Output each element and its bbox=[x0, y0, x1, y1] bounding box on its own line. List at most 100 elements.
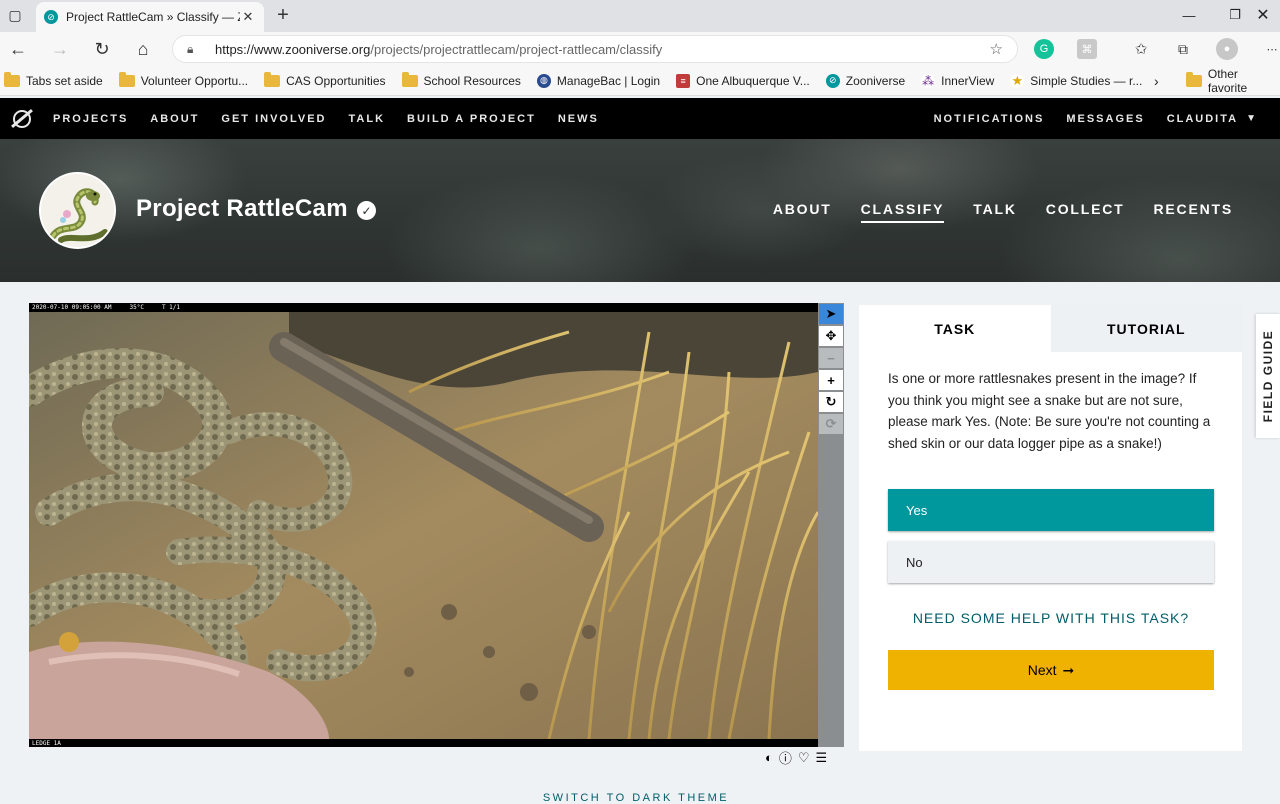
zooniverse-logo-icon[interactable] bbox=[11, 108, 33, 128]
nav-build-a-project[interactable]: BUILD A PROJECT bbox=[407, 113, 536, 125]
camera-info-strip: 2020-07-10 09:05:00 AM 35°C T 1/1 bbox=[29, 303, 818, 312]
camera-temperature: 35°C bbox=[129, 304, 144, 311]
zooniverse-favicon-icon: ⊘ bbox=[44, 10, 58, 24]
field-guide-label: FIELD GUIDE bbox=[1261, 329, 1275, 423]
zoom-in-icon[interactable]: + bbox=[819, 370, 843, 390]
camera-frame: T 1/1 bbox=[161, 304, 180, 311]
user-name: CLAUDITA bbox=[1166, 112, 1239, 125]
collections-icon[interactable]: ⧉ bbox=[1173, 39, 1193, 59]
bookmarks-overflow-chevron-icon[interactable]: › bbox=[1154, 66, 1159, 96]
nav-messages[interactable]: MESSAGES bbox=[1066, 113, 1144, 125]
bookmark-innerview[interactable]: ⁂ InnerView bbox=[921, 73, 994, 88]
tab-task[interactable]: TASK bbox=[859, 305, 1051, 352]
tab-title: Project RattleCam » Classify — Z bbox=[66, 10, 240, 24]
bookmarks-bar: Tabs set aside Volunteer Opportu... CAS … bbox=[0, 66, 1280, 96]
bookmark-cas[interactable]: CAS Opportunities bbox=[264, 71, 386, 88]
bookmark-tabs-set-aside[interactable]: Tabs set aside bbox=[4, 71, 103, 88]
folder-icon bbox=[401, 71, 418, 87]
address-bar-row: ← → ↻ ⌂ 🔒︎ https://www.zooniverse.org/pr… bbox=[0, 32, 1280, 66]
task-tabs: TASK TUTORIAL bbox=[859, 305, 1242, 352]
project-header: Project RattleCam ✓ ABOUT CLASSIFY TALK … bbox=[0, 139, 1280, 282]
new-tab-icon[interactable]: + bbox=[272, 4, 294, 26]
tab-close-icon[interactable]: ✕ bbox=[240, 9, 256, 25]
subject-viewer[interactable]: 2020-07-10 09:05:00 AM 35°C T 1/1 LEDGE … bbox=[29, 303, 818, 747]
nav-news[interactable]: NEWS bbox=[558, 113, 599, 125]
rotate-icon[interactable]: ↻ bbox=[819, 392, 843, 412]
answer-no-button[interactable]: No bbox=[888, 541, 1214, 583]
verified-check-icon: ✓ bbox=[357, 201, 376, 220]
zooniverse-icon: ⊘ bbox=[825, 73, 840, 88]
reset-icon[interactable]: ⟳ bbox=[819, 414, 843, 434]
help-link[interactable]: NEED SOME HELP WITH THIS TASK? bbox=[888, 610, 1214, 626]
url-text: https://www.zooniverse.org/projects/proj… bbox=[215, 41, 663, 57]
profile-avatar-icon[interactable]: ● bbox=[1216, 38, 1238, 60]
rattlesnake-avatar-icon bbox=[41, 174, 114, 247]
subject-meta-tools: ◐ ⓘ ♡ ☰ bbox=[765, 748, 833, 767]
user-menu[interactable]: CLAUDITA ▼ bbox=[1167, 113, 1258, 125]
add-to-collection-icon[interactable]: ☰ bbox=[816, 750, 828, 766]
flag-icon: ≡ bbox=[676, 73, 691, 88]
project-nav-talk[interactable]: TALK bbox=[973, 201, 1017, 223]
project-nav-collect[interactable]: COLLECT bbox=[1046, 201, 1125, 223]
bookmark-zooniverse[interactable]: ⊘ Zooniverse bbox=[825, 73, 905, 88]
globe-icon: ◍ bbox=[536, 73, 551, 88]
nav-talk[interactable]: TALK bbox=[349, 113, 386, 125]
zoom-out-icon[interactable]: − bbox=[819, 348, 843, 368]
task-panel: TASK TUTORIAL Is one or more rattlesnake… bbox=[859, 305, 1242, 751]
bookmark-school-resources[interactable]: School Resources bbox=[401, 71, 521, 88]
browser-tabstrip: ▢ ⊘ Project RattleCam » Classify — Z ✕ +… bbox=[0, 0, 1280, 32]
folder-icon bbox=[264, 71, 281, 87]
bookmark-managebac[interactable]: ◍ ManageBac | Login bbox=[536, 73, 660, 88]
project-avatar[interactable] bbox=[39, 172, 116, 249]
minimize-icon[interactable]: — bbox=[1166, 0, 1212, 30]
chevron-down-icon: ▼ bbox=[1246, 113, 1258, 124]
back-icon[interactable]: ← bbox=[6, 37, 30, 61]
camera-timestamp: 2020-07-10 09:05:00 AM bbox=[32, 304, 112, 311]
project-nav-about[interactable]: ABOUT bbox=[773, 201, 832, 223]
nav-about[interactable]: ABOUT bbox=[150, 113, 199, 125]
next-button[interactable]: Next ➞ bbox=[888, 650, 1214, 690]
forward-icon[interactable]: → bbox=[48, 37, 72, 61]
switch-dark-theme-link[interactable]: SWITCH TO DARK THEME bbox=[0, 792, 1272, 804]
next-label: Next bbox=[1027, 662, 1057, 678]
browser-tab-active[interactable]: ⊘ Project RattleCam » Classify — Z ✕ bbox=[36, 2, 264, 32]
project-nav-classify[interactable]: CLASSIFY bbox=[860, 201, 945, 223]
more-menu-icon[interactable]: ⋯ bbox=[1262, 39, 1280, 59]
bookmark-volunteer[interactable]: Volunteer Opportu... bbox=[118, 71, 248, 88]
nav-notifications[interactable]: NOTIFICATIONS bbox=[934, 113, 1045, 125]
folder-icon bbox=[1186, 72, 1202, 87]
arrow-right-icon: ➞ bbox=[1062, 661, 1075, 678]
pointer-tool-icon[interactable]: ➤ bbox=[819, 304, 843, 324]
add-favorite-icon[interactable]: ☆ bbox=[990, 40, 1003, 58]
innerview-icon: ⁂ bbox=[921, 73, 936, 88]
answer-yes-button[interactable]: Yes bbox=[888, 489, 1214, 531]
subject-image[interactable] bbox=[29, 312, 818, 739]
pan-tool-icon[interactable]: ✥ bbox=[819, 326, 843, 346]
extension-icon[interactable]: ⌘ bbox=[1077, 39, 1097, 59]
folder-icon bbox=[4, 71, 20, 87]
grammarly-icon[interactable]: G bbox=[1034, 39, 1054, 59]
refresh-icon[interactable]: ↻ bbox=[90, 37, 114, 61]
star-icon: ★ bbox=[1010, 72, 1025, 88]
close-window-icon[interactable]: ✕ bbox=[1240, 0, 1280, 30]
nav-get-involved[interactable]: GET INVOLVED bbox=[221, 113, 326, 125]
invert-contrast-icon[interactable]: ◐ bbox=[765, 750, 773, 765]
bookmark-one-albuquerque[interactable]: ≡ One Albuquerque V... bbox=[676, 73, 810, 88]
url-field[interactable]: 🔒︎ https://www.zooniverse.org/projects/p… bbox=[172, 35, 1018, 63]
project-nav-recents[interactable]: RECENTS bbox=[1154, 201, 1234, 223]
field-guide-tab[interactable]: FIELD GUIDE bbox=[1256, 314, 1280, 438]
camera-location-strip: LEDGE 1A bbox=[29, 739, 818, 747]
project-nav: ABOUT CLASSIFY TALK COLLECT RECENTS bbox=[744, 201, 1233, 223]
bookmark-other-favorites[interactable]: Other favorite bbox=[1186, 66, 1280, 96]
home-icon[interactable]: ⌂ bbox=[131, 37, 155, 61]
favorite-heart-icon[interactable]: ♡ bbox=[798, 750, 810, 766]
tab-tutorial[interactable]: TUTORIAL bbox=[1050, 305, 1242, 352]
info-icon[interactable]: ⓘ bbox=[779, 748, 792, 767]
tab-actions-icon[interactable]: ▢ bbox=[4, 4, 26, 26]
folder-icon bbox=[118, 71, 135, 87]
favorites-icon[interactable]: ✩ bbox=[1131, 39, 1151, 59]
project-title[interactable]: Project RattleCam bbox=[136, 195, 348, 223]
site-nav: PROJECTS ABOUT GET INVOLVED TALK BUILD A… bbox=[0, 98, 1280, 139]
nav-projects[interactable]: PROJECTS bbox=[53, 113, 128, 125]
bookmark-simple-studies[interactable]: ★ Simple Studies — r... bbox=[1010, 72, 1142, 88]
